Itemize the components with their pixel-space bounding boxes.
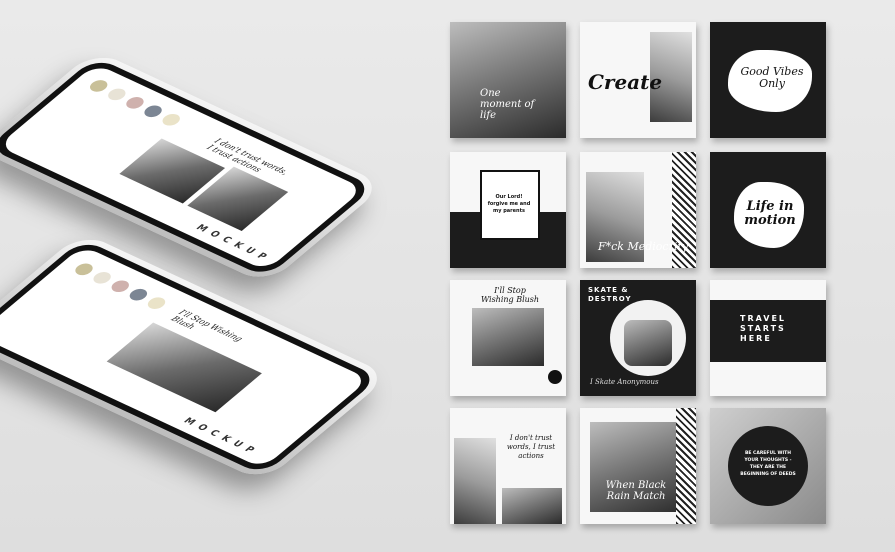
post-tile-8[interactable]: SKATE & DESTROY I Skate Anonymous xyxy=(580,280,696,396)
post-text: Our Lord! forgive me and my parents xyxy=(487,194,531,214)
post-text: Good Vibes Only xyxy=(740,65,804,90)
skater-photo xyxy=(624,320,672,366)
circle-badge xyxy=(548,370,562,384)
color-swatch xyxy=(122,94,148,111)
post-text: Create xyxy=(588,70,663,94)
color-swatch xyxy=(86,78,111,94)
post-tile-6[interactable]: Life in motion xyxy=(710,152,826,268)
color-swatch xyxy=(144,295,169,312)
color-swatch xyxy=(140,103,166,120)
post-text: Life in motion xyxy=(744,199,796,228)
color-swatch xyxy=(89,269,115,286)
post-tile-2[interactable]: Create xyxy=(580,22,696,138)
color-swatch xyxy=(71,261,97,278)
post-text: I don't trust words, I trust actions xyxy=(506,434,556,460)
portrait-photo xyxy=(472,308,544,366)
phone-top: I don't trust words, I trust actions MOC… xyxy=(0,50,386,285)
post-text: I'll Stop Wishing Blush xyxy=(480,286,540,304)
post-tile-1[interactable]: One moment of life xyxy=(450,22,566,138)
post-tile-3[interactable]: Good Vibes Only xyxy=(710,22,826,138)
post-subtext: I Skate Anonymous xyxy=(590,378,659,386)
post-tile-10[interactable]: I don't trust words, I trust actions xyxy=(450,408,566,524)
portrait-photo xyxy=(454,438,496,524)
post-text: BE CAREFUL WITH YOUR THOUGHTS - THEY ARE… xyxy=(740,451,796,477)
post-text: One moment of life xyxy=(480,88,535,121)
post-text: TRAVEL STARTS HERE xyxy=(740,314,787,343)
stripe-pattern xyxy=(676,408,696,524)
post-text: When Black Rain Match xyxy=(605,480,667,502)
post-grid: One moment of life Create Good Vibes Onl… xyxy=(450,22,826,524)
color-swatch xyxy=(108,278,133,295)
post-tile-5[interactable]: F*ck Mediocrity xyxy=(580,152,696,268)
mockup-stage: I don't trust words, I trust actions MOC… xyxy=(0,0,895,552)
post-tile-12[interactable]: BE CAREFUL WITH YOUR THOUGHTS - THEY ARE… xyxy=(710,408,826,524)
color-swatch xyxy=(158,111,184,128)
post-tile-4[interactable]: Our Lord! forgive me and my parents xyxy=(450,152,566,268)
post-text: F*ck Mediocrity xyxy=(598,240,688,253)
post-tile-11[interactable]: When Black Rain Match xyxy=(580,408,696,524)
post-tile-9[interactable]: TRAVEL STARTS HERE xyxy=(710,280,826,396)
color-swatch xyxy=(126,286,151,303)
post-tile-7[interactable]: I'll Stop Wishing Blush xyxy=(450,280,566,396)
couple-photo xyxy=(502,488,562,524)
color-swatch xyxy=(104,86,130,103)
phone-bottom: I'll Stop Wishing Blush MOCKUP xyxy=(0,232,391,483)
